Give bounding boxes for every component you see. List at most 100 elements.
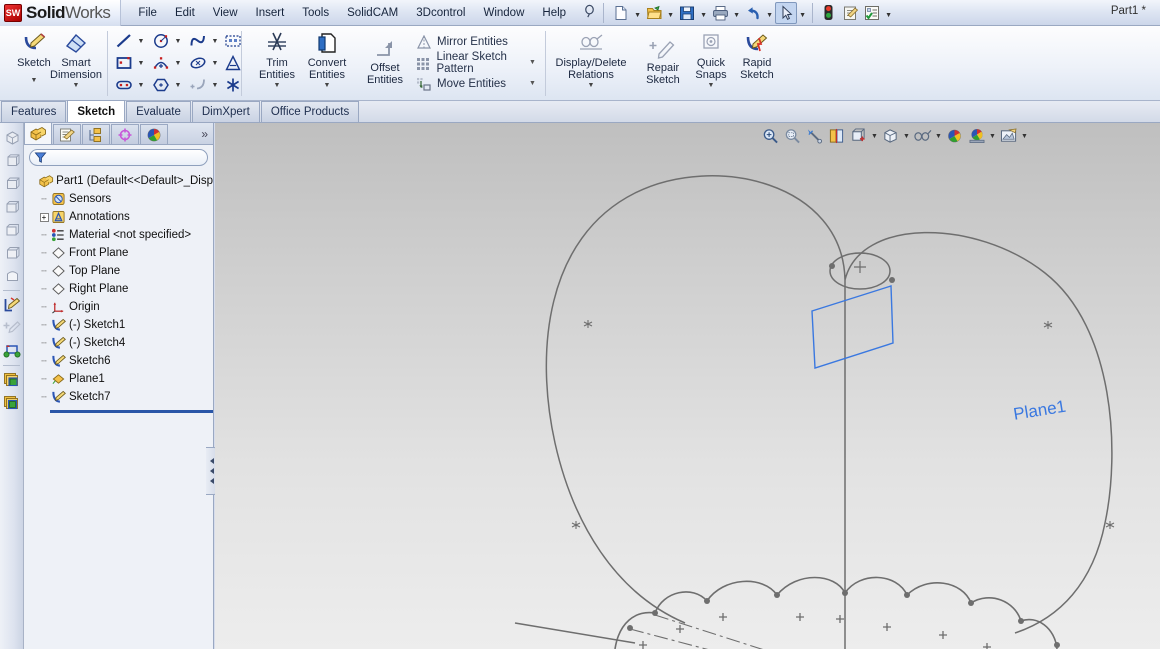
select-button[interactable] (775, 1, 798, 24)
menu-item-solidcam[interactable]: SolidCAM (338, 2, 407, 24)
options-button[interactable] (861, 2, 883, 24)
open-document-button[interactable] (643, 2, 665, 24)
rectangle-tool-caret-icon[interactable]: ▼ (136, 52, 146, 74)
view-settings-caret-icon[interactable]: ▼ (1020, 126, 1029, 147)
polygon-tool-caret-icon[interactable]: ▼ (173, 74, 183, 96)
property-manager-tab[interactable] (53, 124, 81, 144)
tab-office-products[interactable]: Office Products (260, 101, 360, 122)
view-settings-button[interactable] (998, 126, 1019, 147)
smart-dimension-dropdown-caret-icon[interactable]: ▼ (73, 82, 80, 89)
arc-tool-button[interactable] (149, 52, 173, 74)
apply-scene-caret-icon[interactable]: ▼ (988, 126, 997, 147)
scene-button[interactable] (1, 392, 23, 414)
feature-tree-tab[interactable] (24, 122, 52, 144)
offset-entities-button[interactable]: Offset Entities (353, 34, 417, 86)
slot-tool-button[interactable] (112, 74, 136, 96)
pushpin-icon[interactable] (579, 4, 599, 22)
undo-caret-icon[interactable]: ▼ (764, 2, 775, 24)
tab-dimxpert[interactable]: DimXpert (191, 101, 260, 122)
convert-entities-button[interactable]: Convert Entities ▼ (295, 29, 359, 89)
view-back-button[interactable] (1, 219, 23, 241)
menu-item-window[interactable]: Window (474, 2, 533, 24)
feature-tree-filter-input[interactable] (29, 149, 208, 166)
save-button[interactable] (676, 2, 698, 24)
mirror-entities-command[interactable]: Mirror Entities (413, 33, 510, 51)
view-orientation-button[interactable] (848, 126, 869, 147)
new-document-caret-icon[interactable]: ▼ (632, 2, 643, 24)
ellipse-tool-button[interactable] (186, 52, 210, 74)
tree-item-origin[interactable]: ┄ Origin (28, 298, 213, 316)
tree-item-sketch6[interactable]: ┄ Sketch6 (28, 352, 213, 370)
display-style-caret-icon[interactable]: ▼ (902, 126, 911, 147)
tree-item-right-plane[interactable]: ┄ Right Plane (28, 280, 213, 298)
file-properties-button[interactable] (839, 2, 861, 24)
display-delete-relations-caret-icon[interactable]: ▼ (588, 82, 595, 89)
display-delete-relations-button[interactable]: Display/Delete Relations ▼ (549, 29, 633, 89)
convert-entities-dropdown-caret-icon[interactable]: ▼ (324, 82, 331, 89)
dimxpert-manager-tab[interactable] (111, 124, 139, 144)
repair-sketch-button-left[interactable] (1, 317, 23, 339)
tree-item-front-plane[interactable]: ┄ Front Plane (28, 244, 213, 262)
tab-sketch[interactable]: Sketch (67, 100, 126, 122)
tree-item-sketch1[interactable]: ┄ (-) Sketch1 (28, 316, 213, 334)
move-entities-caret-icon[interactable]: ▼ (529, 80, 536, 87)
save-caret-icon[interactable]: ▼ (698, 2, 709, 24)
menu-item-3dcontrol[interactable]: 3Dcontrol (407, 2, 474, 24)
ellipse-tool-caret-icon[interactable]: ▼ (210, 52, 220, 74)
tab-evaluate[interactable]: Evaluate (126, 101, 191, 122)
tree-item-material[interactable]: ┄ Material <not specified> (28, 226, 213, 244)
slot-tool-caret-icon[interactable]: ▼ (136, 74, 146, 96)
quick-snaps-button[interactable]: Quick Snaps ▼ (689, 29, 733, 89)
trim-entities-dropdown-caret-icon[interactable]: ▼ (274, 82, 281, 89)
circle-tool-caret-icon[interactable]: ▼ (173, 30, 183, 52)
line-tool-button[interactable] (112, 30, 136, 52)
tree-item-top-plane[interactable]: ┄ Top Plane (28, 262, 213, 280)
zoom-to-area-button[interactable] (782, 126, 803, 147)
edit-sketch-button[interactable] (1, 294, 23, 316)
section-view-button[interactable] (826, 126, 847, 147)
graphics-viewport[interactable]: Plane1 ▼ ▼ ▼ ▼ ▼ (215, 123, 1160, 649)
quick-snaps-caret-icon[interactable]: ▼ (708, 82, 715, 89)
print-button[interactable] (709, 2, 731, 24)
apply-scene-button[interactable] (966, 126, 987, 147)
tab-features[interactable]: Features (1, 101, 67, 122)
previous-view-button[interactable] (804, 126, 825, 147)
view-orientation-caret-icon[interactable]: ▼ (870, 126, 879, 147)
hide-show-caret-icon[interactable]: ▼ (934, 126, 943, 147)
tree-item-part1[interactable]: Part1 (Default<<Default>_Disp (28, 172, 213, 190)
zoom-to-fit-button[interactable] (760, 126, 781, 147)
spline-tool-button[interactable] (186, 30, 210, 52)
tree-item-plane1[interactable]: ┄ Plane1 (28, 370, 213, 388)
tree-item-sketch4[interactable]: ┄ (-) Sketch4 (28, 334, 213, 352)
arc-tool-caret-icon[interactable]: ▼ (173, 52, 183, 74)
circle-tool-button[interactable] (149, 30, 173, 52)
view-trimetric-button[interactable] (1, 150, 23, 172)
display-manager-tab[interactable] (140, 124, 168, 144)
display-style-button[interactable] (880, 126, 901, 147)
configuration-manager-tab[interactable] (82, 124, 110, 144)
rollback-bar[interactable] (50, 410, 213, 413)
view-left-button[interactable] (1, 242, 23, 264)
menu-item-insert[interactable]: Insert (247, 2, 294, 24)
undo-button[interactable] (742, 2, 764, 24)
tree-expander-annotations[interactable]: + (38, 212, 50, 222)
rapid-sketch-button[interactable]: Rapid Sketch (733, 29, 781, 81)
print-caret-icon[interactable]: ▼ (731, 2, 742, 24)
line-tool-caret-icon[interactable]: ▼ (136, 30, 146, 52)
tree-item-annotations[interactable]: + Annotations (28, 208, 213, 226)
options-caret-icon[interactable]: ▼ (883, 2, 894, 24)
menu-item-view[interactable]: View (204, 2, 247, 24)
repair-sketch-button[interactable]: Repair Sketch (639, 34, 687, 86)
new-document-button[interactable] (610, 2, 632, 24)
sketch-relations-button[interactable] (1, 340, 23, 362)
sketch-dropdown-caret-icon[interactable]: ▼ (31, 77, 38, 84)
hide-show-items-button[interactable] (912, 126, 933, 147)
rectangle-tool-button[interactable] (112, 52, 136, 74)
menu-item-edit[interactable]: Edit (166, 2, 204, 24)
linear-sketch-pattern-caret-icon[interactable]: ▼ (529, 59, 536, 66)
tree-item-sensors[interactable]: ┄ Sensors (28, 190, 213, 208)
menu-item-tools[interactable]: Tools (293, 2, 338, 24)
open-document-caret-icon[interactable]: ▼ (665, 2, 676, 24)
view-isometric-button[interactable] (1, 127, 23, 149)
menu-item-file[interactable]: File (129, 2, 166, 24)
